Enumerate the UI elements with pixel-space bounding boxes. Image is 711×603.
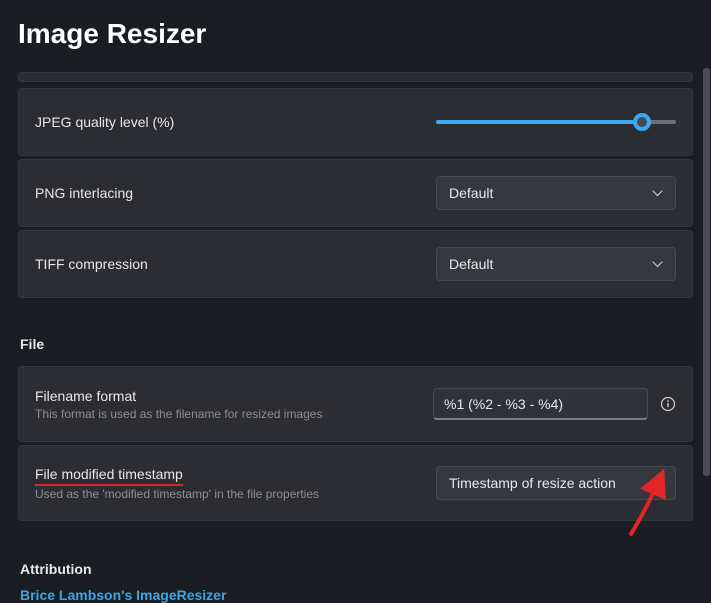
tiff-compression-dropdown[interactable]: Default: [436, 247, 676, 281]
tiff-compression-value: Default: [449, 256, 493, 272]
chevron-down-icon: [652, 188, 663, 199]
filename-format-row: Filename format This format is used as t…: [18, 366, 693, 442]
info-icon[interactable]: [660, 396, 676, 412]
png-interlacing-value: Default: [449, 185, 493, 201]
chevron-down-icon: [652, 478, 663, 489]
file-section-heading: File: [18, 336, 693, 352]
jpeg-quality-row: JPEG quality level (%): [18, 88, 693, 156]
chevron-down-icon: [652, 259, 663, 270]
file-modified-sublabel: Used as the 'modified timestamp' in the …: [35, 487, 319, 501]
content-area: JPEG quality level (%) PNG interlacing D…: [0, 72, 711, 603]
scrollbar-thumb[interactable]: [703, 68, 710, 476]
png-interlacing-row: PNG interlacing Default: [18, 159, 693, 227]
page-header: Image Resizer: [0, 0, 711, 72]
attribution-heading: Attribution: [18, 561, 693, 577]
partial-row-top: [18, 72, 693, 82]
filename-format-labels: Filename format This format is used as t…: [35, 388, 322, 421]
filename-format-sublabel: This format is used as the filename for …: [35, 407, 322, 421]
jpeg-quality-label: JPEG quality level (%): [35, 114, 174, 130]
page-title: Image Resizer: [18, 18, 693, 50]
filename-format-input[interactable]: [433, 388, 648, 420]
slider-thumb[interactable]: [633, 113, 651, 131]
tiff-compression-label: TIFF compression: [35, 256, 148, 272]
file-modified-row: File modified timestamp Used as the 'mod…: [18, 445, 693, 521]
file-modified-dropdown[interactable]: Timestamp of resize action: [436, 466, 676, 500]
filename-format-label: Filename format: [35, 388, 322, 404]
attribution-link[interactable]: Brice Lambson's ImageResizer: [18, 587, 693, 603]
png-interlacing-label: PNG interlacing: [35, 185, 133, 201]
file-modified-value: Timestamp of resize action: [449, 475, 616, 491]
png-interlacing-dropdown[interactable]: Default: [436, 176, 676, 210]
file-modified-labels: File modified timestamp Used as the 'mod…: [35, 466, 319, 501]
scrollbar[interactable]: [702, 68, 711, 588]
jpeg-quality-slider[interactable]: [436, 112, 676, 132]
tiff-compression-row: TIFF compression Default: [18, 230, 693, 298]
file-modified-label: File modified timestamp: [35, 466, 183, 486]
